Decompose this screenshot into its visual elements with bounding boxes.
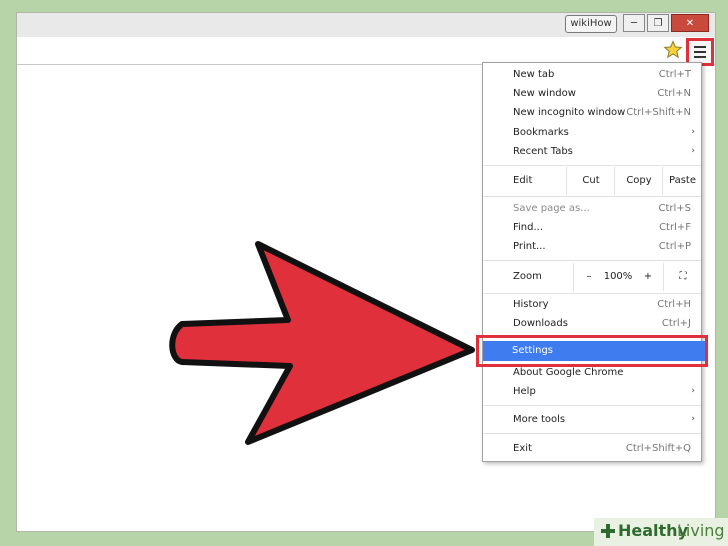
zoom-row: Zoom – 100% + ⛶: [483, 263, 701, 291]
menu-item-new-window[interactable]: New window Ctrl+N: [483, 84, 701, 103]
menu-item-help[interactable]: Help ›: [483, 382, 701, 401]
paste-button[interactable]: Paste: [662, 167, 702, 195]
window-controls: ─ ❐ ✕: [623, 14, 709, 32]
title-bar: wikiHow ─ ❐ ✕: [17, 13, 715, 37]
menu-item-new-tab[interactable]: New tab Ctrl+T: [483, 65, 701, 84]
menu-item-print[interactable]: Print... Ctrl+P: [483, 237, 701, 256]
edit-label: Edit: [513, 175, 533, 186]
menu-item-save-page[interactable]: Save page as... Ctrl+S: [483, 199, 701, 218]
zoom-out-button[interactable]: –: [573, 263, 604, 291]
menu-item-history[interactable]: History Ctrl+H: [483, 295, 701, 314]
menu-item-downloads[interactable]: Downloads Ctrl+J: [483, 314, 701, 333]
menu-separator: [483, 405, 701, 406]
menu-item-recent-tabs[interactable]: Recent Tabs ›: [483, 142, 701, 161]
restore-icon[interactable]: ❐: [647, 14, 669, 32]
chevron-right-icon: ›: [691, 146, 695, 156]
plus-cross-icon: [601, 524, 615, 538]
menu-separator: [483, 293, 701, 294]
menu-item-new-incognito[interactable]: New incognito window Ctrl+Shift+N: [483, 103, 701, 122]
chevron-right-icon: ›: [691, 386, 695, 396]
star-icon[interactable]: [663, 40, 683, 60]
watermark-logo: Healthy Living: [594, 518, 728, 546]
menu-item-bookmarks[interactable]: Bookmarks ›: [483, 123, 701, 142]
close-icon[interactable]: ✕: [671, 14, 709, 32]
pointing-arrow-graphic: [169, 241, 475, 445]
menu-separator: [483, 165, 701, 166]
edit-row: Edit Cut Copy Paste: [483, 167, 701, 195]
menu-separator: [483, 196, 701, 197]
menu-separator: [483, 433, 701, 434]
profile-button[interactable]: wikiHow: [565, 15, 617, 33]
minimize-icon[interactable]: ─: [623, 14, 645, 32]
zoom-label: Zoom: [513, 271, 542, 282]
menu-item-exit[interactable]: Exit Ctrl+Shift+Q: [483, 439, 701, 458]
copy-button[interactable]: Copy: [614, 167, 663, 195]
chevron-right-icon: ›: [691, 127, 695, 137]
menu-item-more-tools[interactable]: More tools ›: [483, 410, 701, 429]
chrome-menu: New tab Ctrl+T New window Ctrl+N New inc…: [482, 62, 702, 462]
settings-highlight-box: [476, 335, 708, 367]
menu-item-find[interactable]: Find... Ctrl+F: [483, 218, 701, 237]
zoom-level: 100%: [603, 271, 633, 282]
watermark-word-2: Living: [677, 521, 725, 540]
fullscreen-icon[interactable]: ⛶: [663, 263, 702, 291]
menu-separator: [483, 260, 701, 261]
zoom-in-button[interactable]: +: [633, 263, 663, 291]
cut-button[interactable]: Cut: [566, 167, 615, 195]
chevron-right-icon: ›: [691, 414, 695, 424]
browser-toolbar: [17, 37, 715, 66]
